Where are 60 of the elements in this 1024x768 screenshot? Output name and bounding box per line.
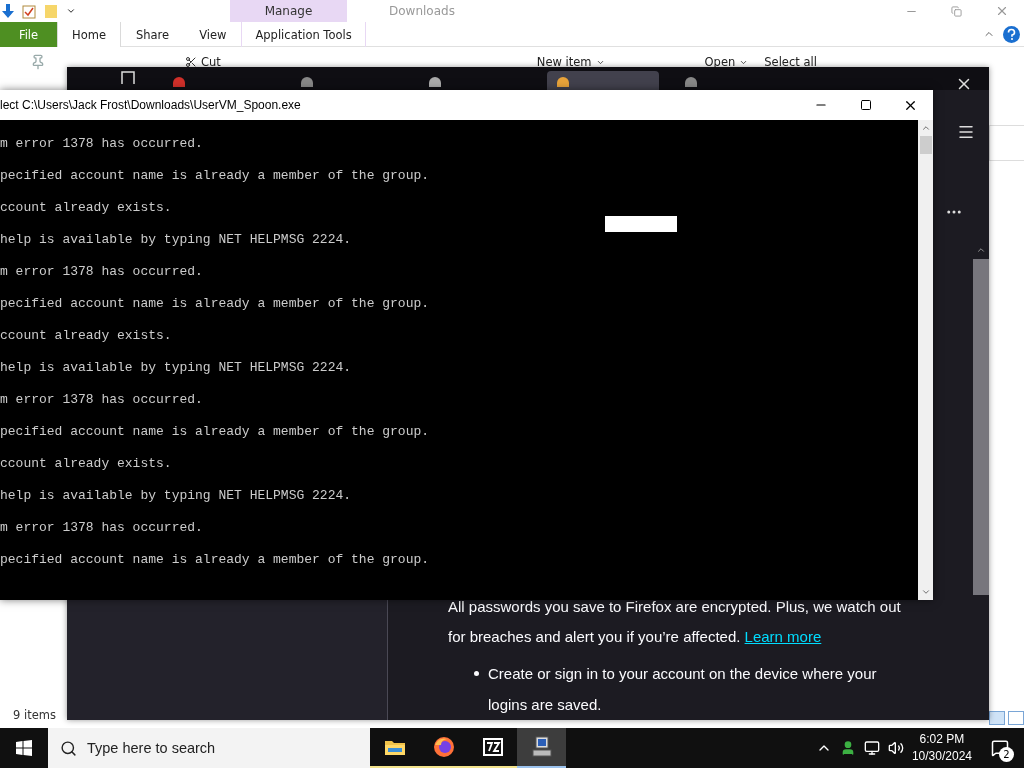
console-line: pecified account name is already a member of the group. (0, 295, 431, 313)
scroll-up-icon[interactable] (920, 123, 931, 133)
search-placeholder: Type here to search (87, 740, 216, 756)
learn-more-link[interactable]: Learn more (744, 628, 822, 645)
maximize-icon[interactable] (859, 99, 872, 111)
console-line: pecified account name is already a member of the group. (0, 167, 431, 185)
console-line: help is available by typing NET HELPMSG 2224. (0, 359, 353, 377)
search-icon (60, 739, 77, 757)
ribbon-command[interactable]: Select all (761, 55, 820, 69)
windows-logo-icon[interactable] (16, 740, 32, 756)
contextual-tab-group-label: Manage (230, 0, 347, 22)
ribbon-tab[interactable]: Application Tools (241, 22, 366, 47)
console-line: ccount already exists. (0, 455, 173, 473)
window-title: Downloads (389, 4, 455, 18)
network-icon[interactable] (863, 740, 880, 756)
scrollbar-thumb[interactable] (919, 136, 932, 154)
scroll-down-icon[interactable] (920, 587, 931, 597)
notification-count-badge: 2 (999, 747, 1014, 762)
selection-highlight (605, 216, 677, 232)
bullet-icon (474, 671, 479, 676)
help-icon[interactable] (1003, 25, 1020, 43)
console-line: ccount already exists. (0, 327, 173, 345)
file-menu-tab[interactable]: File (0, 22, 57, 47)
console-line: m error 1378 has occurred. (0, 519, 204, 537)
ribbon-command[interactable]: New item (533, 55, 608, 69)
taskbar-app-button[interactable] (517, 728, 566, 768)
console-line: help is available by typing NET HELPMSG 2224. (0, 231, 353, 249)
computer-icon (530, 736, 553, 758)
ribbon-tab[interactable]: Home (57, 22, 121, 47)
status-bar-text: 9 items (12, 708, 57, 724)
window-title: lect C:\Users\Jack Frost\Downloads\UserVM_Spoon.exe (0, 98, 302, 112)
console-line: m error 1378 has occurred. (0, 391, 204, 409)
browser-logo-icon (432, 736, 455, 758)
clock[interactable]: 6:02 PM 10/30/2024 (911, 731, 972, 765)
ribbon-command[interactable]: Cut (182, 55, 224, 69)
scroll-up-icon[interactable] (976, 245, 986, 255)
browser-tab[interactable] (547, 71, 659, 90)
notifications-icon[interactable] (991, 739, 1009, 757)
down-arrow-icon[interactable] (2, 4, 14, 18)
ribbon-tab[interactable]: View (184, 22, 242, 47)
scissors-icon (185, 56, 197, 68)
caret-icon[interactable] (66, 6, 76, 16)
search-field[interactable]: Type here to search (48, 728, 370, 768)
console-line: m error 1378 has occurred. (0, 263, 204, 281)
ribbon-command[interactable]: Open (701, 55, 752, 69)
console-line: pecified account name is already a member of the group. (0, 423, 431, 441)
large-icons-view-icon[interactable] (1008, 711, 1024, 725)
properties-icon[interactable] (22, 3, 36, 19)
menu-icon[interactable] (957, 123, 975, 141)
ribbon-tab[interactable]: Share (120, 22, 185, 47)
console-line: pecified account name is already a member of the group. (0, 551, 431, 569)
scrollbar[interactable] (918, 120, 933, 600)
bullet-text: Create or sign in to your account on the device where your logins are saved. (488, 664, 878, 715)
volume-icon[interactable] (887, 740, 904, 756)
details-view-icon[interactable] (989, 711, 1005, 725)
scrollbar-thumb[interactable] (973, 259, 989, 595)
console-line: ccount already exists. (0, 199, 173, 217)
console-line: help is available by typing NET HELPMSG 2224. (0, 487, 353, 505)
archive-app-icon (481, 737, 504, 757)
console-line: m error 1378 has occurred. (0, 135, 204, 153)
